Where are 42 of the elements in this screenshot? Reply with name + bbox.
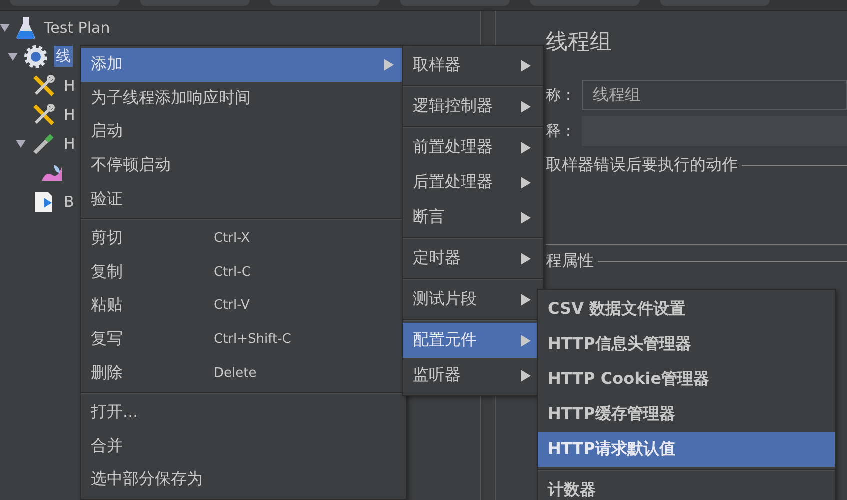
dropper-icon [32, 132, 56, 156]
tools-icon [32, 102, 56, 126]
menu-item[interactable]: 验证 [81, 182, 406, 216]
menu-item[interactable]: 定时器 [403, 241, 543, 276]
panel-title: 线程组 [546, 29, 612, 57]
menu-item[interactable]: 删除 Delete [81, 356, 406, 390]
menu-item[interactable]: 为子线程添加响应时间 [81, 82, 406, 116]
tree-item[interactable]: Test Plan [42, 18, 112, 38]
menu-item[interactable]: 前置处理器 [403, 130, 543, 165]
menu-item[interactable]: 剪切 Ctrl-X [81, 222, 406, 256]
tree-item[interactable]: H [62, 104, 78, 124]
menu-item[interactable]: 后置处理器 [403, 165, 543, 200]
menu-item[interactable]: 断言 [403, 200, 543, 235]
gear-icon [24, 44, 48, 68]
tools-icon [32, 74, 56, 98]
menu-item[interactable]: 逻辑控制器 [403, 89, 543, 124]
expand-toggle-icon[interactable] [16, 138, 26, 148]
menu-item[interactable]: 不停顿启动 [81, 148, 406, 182]
menu-item[interactable]: 复写 Ctrl+Shift-C [81, 322, 406, 356]
tree-item[interactable]: B [62, 192, 76, 212]
menu-item[interactable]: HTTP缓存管理器 [538, 397, 835, 432]
tree-item[interactable]: H [62, 134, 78, 154]
menu-item[interactable]: 复制 Ctrl-C [81, 256, 406, 290]
menu-item[interactable]: 打开... [81, 396, 406, 430]
menu-item[interactable]: 合并 [81, 430, 406, 464]
fieldset-legend: 取样器错误后要执行的动作 [546, 155, 738, 176]
menu-item[interactable]: 计数器 [538, 473, 835, 500]
menu-item[interactable]: HTTP请求默认值 [538, 432, 835, 467]
tree-item[interactable]: H [62, 76, 78, 96]
menu-item[interactable]: HTTP Cookie管理器 [538, 362, 835, 397]
menu-item[interactable]: 粘贴 Ctrl-V [81, 289, 406, 323]
menu-item[interactable]: 选中部分保存为 [81, 463, 406, 497]
name-label: 称： [546, 86, 576, 104]
flask-icon [16, 16, 36, 40]
tree-item[interactable]: 线 [54, 46, 73, 67]
menu-item[interactable]: 启动 [81, 115, 406, 149]
name-field[interactable]: 线程组 [582, 80, 847, 110]
comment-label: 释： [546, 122, 576, 140]
menu-item[interactable]: 取样器 [403, 48, 543, 83]
expand-toggle-icon[interactable] [8, 52, 18, 62]
expand-toggle-icon[interactable] [0, 22, 10, 32]
fieldset-legend: 程属性 [546, 251, 594, 272]
